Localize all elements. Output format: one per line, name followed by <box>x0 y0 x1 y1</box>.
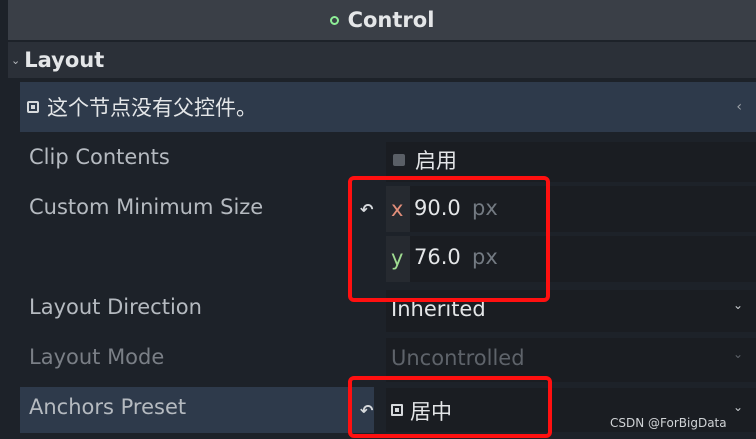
min-size-y-value[interactable]: 76.0 <box>414 245 461 269</box>
watermark: CSDN @ForBigData <box>610 416 727 430</box>
min-size-y-unit: px <box>472 245 498 269</box>
clip-contents-value: 启用 <box>415 149 457 173</box>
custom-min-size-label: Custom Minimum Size <box>29 195 264 219</box>
layout-direction-label: Layout Direction <box>29 295 202 319</box>
chevron-down-icon: ⌄ <box>733 400 744 414</box>
layout-mode-value: Uncontrolled <box>391 346 525 370</box>
section-title: Layout <box>24 48 105 72</box>
class-header: Control <box>8 0 756 40</box>
notice-text: 这个节点没有父控件。 <box>47 96 257 120</box>
clip-contents-checkbox[interactable] <box>393 154 405 166</box>
anchor-center-icon <box>391 404 403 416</box>
layout-direction-value: Inherited <box>391 297 486 321</box>
clip-contents-label: Clip Contents <box>29 145 170 169</box>
min-size-x-unit: px <box>472 196 498 220</box>
class-icon <box>329 15 339 25</box>
chevron-down-icon: ⌄ <box>11 53 21 67</box>
section-layout[interactable]: ⌄ Layout <box>8 42 756 78</box>
class-title: Control <box>347 8 435 32</box>
revert-icon[interactable]: ↶ <box>360 401 373 420</box>
chevron-down-icon: ⌄ <box>733 347 744 361</box>
control-node-icon <box>27 101 39 113</box>
anchors-preset-label: Anchors Preset <box>29 395 187 419</box>
min-size-x-value[interactable]: 90.0 <box>414 196 461 220</box>
y-axis-letter: y <box>391 246 404 270</box>
chevron-left-icon[interactable]: ‹ <box>736 99 742 115</box>
chevron-down-icon: ⌄ <box>733 298 744 312</box>
no-parent-notice[interactable]: 这个节点没有父控件。 ‹ <box>20 82 756 132</box>
anchors-preset-value: 居中 <box>410 400 452 424</box>
revert-icon[interactable]: ↶ <box>360 200 373 219</box>
x-axis-letter: x <box>391 197 404 221</box>
layout-mode-label: Layout Mode <box>29 345 165 369</box>
inspector-panel: Control ⌄ Layout 这个节点没有父控件。 ‹ Clip Conte… <box>0 0 756 439</box>
